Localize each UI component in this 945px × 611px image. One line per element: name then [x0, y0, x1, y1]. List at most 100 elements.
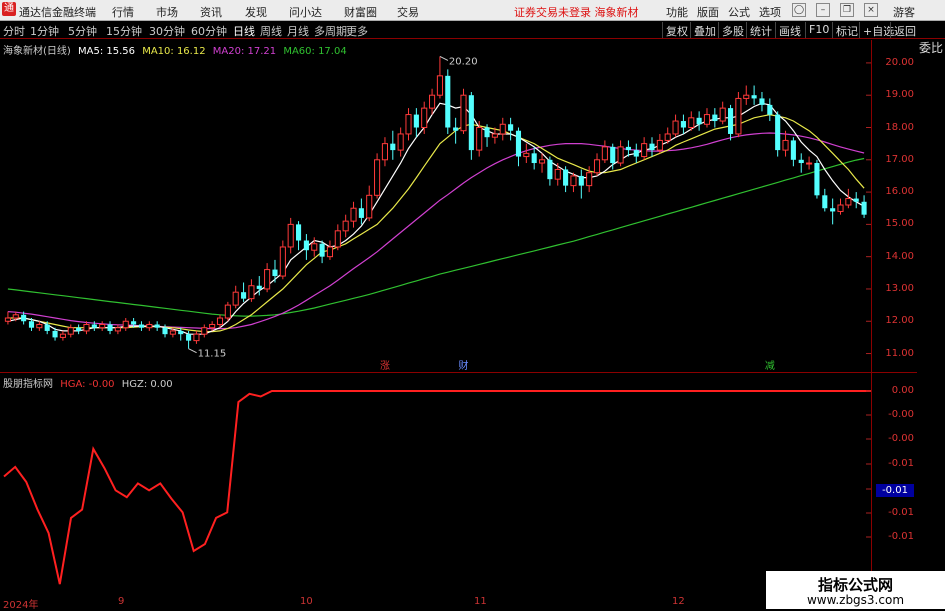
chat-icon[interactable]: ◯ [792, 3, 806, 17]
candle-body [538, 159, 546, 164]
menu-zixun[interactable]: 资讯 [200, 4, 222, 20]
low-label: 11.15 [198, 349, 227, 360]
candle-body [224, 304, 231, 319]
indicator-chart[interactable] [0, 373, 872, 595]
indicator-tick: -0.01 [888, 507, 914, 518]
menu-wenxiaoda[interactable]: 问小达 [289, 4, 322, 20]
price-tick: 12.00 [885, 315, 914, 327]
candle-body [767, 104, 773, 115]
watermark: 指标公式网 www.zbgs3.com [766, 571, 945, 609]
candle-body [822, 195, 828, 209]
period-monthly[interactable]: 月线 [287, 23, 309, 39]
candle-body [295, 224, 302, 241]
candle-body [499, 123, 506, 135]
period-weekly[interactable]: 周线 [260, 23, 282, 39]
candle-body [680, 121, 686, 128]
btn-biaoji[interactable]: 标记 [832, 22, 861, 38]
candle-body [12, 314, 19, 319]
indicator-tick: -0.00 [888, 409, 914, 420]
ma60-line [7, 157, 865, 317]
btn-fuquan[interactable]: 复权 [662, 22, 691, 38]
menu-banmian[interactable]: 版面 [697, 4, 719, 20]
candle-body [436, 75, 443, 96]
period-multi[interactable]: 多周期 [314, 23, 347, 39]
candle-body [154, 324, 160, 328]
candle-body [76, 327, 82, 331]
candle-body [279, 246, 286, 277]
menu-caifuquan[interactable]: 财富圈 [344, 4, 377, 20]
candle-body [326, 246, 334, 258]
period-more[interactable]: 更多 [346, 23, 368, 39]
menu-faxian[interactable]: 发现 [245, 4, 267, 20]
menu-hangqing[interactable]: 行情 [112, 4, 134, 20]
period-15min[interactable]: 15分钟 [106, 23, 142, 39]
btn-diejia[interactable]: 叠加 [690, 22, 719, 38]
candle-body [743, 94, 750, 99]
candle-body [429, 94, 436, 109]
menu-jiaoyi[interactable]: 交易 [397, 4, 419, 20]
period-fenshi[interactable]: 分时 [3, 23, 25, 39]
indicator-tick: -0.01 [888, 458, 914, 469]
candle-body [617, 146, 624, 164]
candle-body [554, 168, 561, 180]
price-tick: 16.00 [885, 186, 914, 198]
btn-f10[interactable]: F10 [805, 22, 832, 38]
candle-body [468, 95, 474, 151]
btn-huaxian[interactable]: 画线 [775, 22, 804, 38]
user-label[interactable]: 游客 [893, 4, 915, 20]
btn-tongji[interactable]: 统计 [746, 22, 775, 38]
date-tick-10: 10 [300, 596, 313, 607]
candle-body [381, 143, 388, 161]
period-5min[interactable]: 5分钟 [68, 23, 97, 39]
close-icon[interactable]: × [864, 3, 878, 17]
candle-body [476, 127, 483, 151]
watermark-title: 指标公式网 [817, 576, 893, 594]
menu-shichang[interactable]: 市场 [156, 4, 178, 20]
btn-back[interactable]: 返回 [890, 22, 919, 38]
candle-body [342, 220, 349, 232]
candle-body [390, 143, 396, 151]
side-item: 委比 [919, 41, 944, 55]
candle-body [853, 198, 859, 202]
high-label: 20.20 [449, 56, 478, 67]
hga-line [3, 390, 350, 585]
minimize-icon[interactable]: – [816, 3, 830, 17]
period-1min[interactable]: 1分钟 [30, 23, 59, 39]
candle-body [350, 207, 357, 222]
current-indicator-value: -0.01 [876, 484, 914, 497]
candle-body [319, 243, 325, 257]
candle-body [491, 133, 498, 138]
candle-body [523, 152, 530, 158]
candle-body [4, 317, 11, 322]
candle-body [256, 285, 262, 289]
ma10-line [7, 113, 865, 333]
candle-body [656, 139, 663, 151]
candle-body [649, 143, 655, 151]
menu-gongneng[interactable]: 功能 [666, 4, 688, 20]
indicator-tick: 0.00 [891, 385, 914, 396]
candle-body [107, 324, 113, 331]
candle-body [248, 285, 255, 300]
candle-body [547, 159, 553, 180]
candle-body [727, 108, 734, 134]
candle-body [421, 107, 428, 128]
candlestick-chart[interactable]: 20.20 11.15 涨 财 减 [0, 40, 872, 372]
period-30min[interactable]: 30分钟 [149, 23, 185, 39]
candle-body [696, 117, 702, 125]
btn-duogu[interactable]: 多股 [718, 22, 747, 38]
menu-gongshi[interactable]: 公式 [728, 4, 750, 20]
candle-body [830, 208, 836, 212]
period-60min[interactable]: 60分钟 [191, 23, 227, 39]
candle-body [484, 127, 490, 138]
watermark-url: www.zbgs3.com [806, 593, 905, 607]
candle-body [515, 130, 522, 157]
quote-side-panel: 委比卖五卖四卖三卖二卖一买一买二买三买四买五现价涨跌涨幅总量外盘换手净资收益自动… [917, 40, 945, 609]
app-name: 通达信金融终端 [19, 6, 96, 19]
candle-body [311, 243, 318, 251]
low-pointer [188, 348, 197, 354]
restore-icon[interactable]: ❐ [840, 3, 854, 17]
menu-xuanxiang[interactable]: 选项 [759, 4, 781, 20]
candle-body [28, 321, 35, 328]
period-daily[interactable]: 日线 [233, 23, 255, 39]
login-notice: 证券交易未登录 海象新材 [514, 6, 639, 19]
